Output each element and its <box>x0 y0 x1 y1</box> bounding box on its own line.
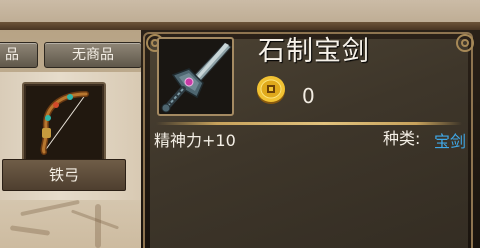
gold-coin-icon <box>257 76 285 104</box>
bow-icon <box>40 91 89 155</box>
tab-no-goods[interactable]: 无商品 <box>44 42 142 68</box>
item-price: 0 <box>302 84 315 108</box>
item-type-value: 宝剑 <box>434 132 467 151</box>
item-stat: 精神力+10 <box>154 131 236 150</box>
stone-sword-icon <box>161 42 232 113</box>
detail-divider <box>156 122 462 125</box>
background-art <box>0 200 148 248</box>
tab-goods[interactable]: 品 <box>0 42 38 68</box>
inventory-slot-selected[interactable] <box>22 82 106 164</box>
window-top-band <box>0 22 480 30</box>
item-title: 石制宝剑 <box>258 36 370 67</box>
item-icon-box <box>157 37 234 116</box>
inventory-item-name: 铁弓 <box>2 159 126 191</box>
frame-ornament-right <box>456 34 474 52</box>
item-type-label: 种类: <box>383 129 421 148</box>
